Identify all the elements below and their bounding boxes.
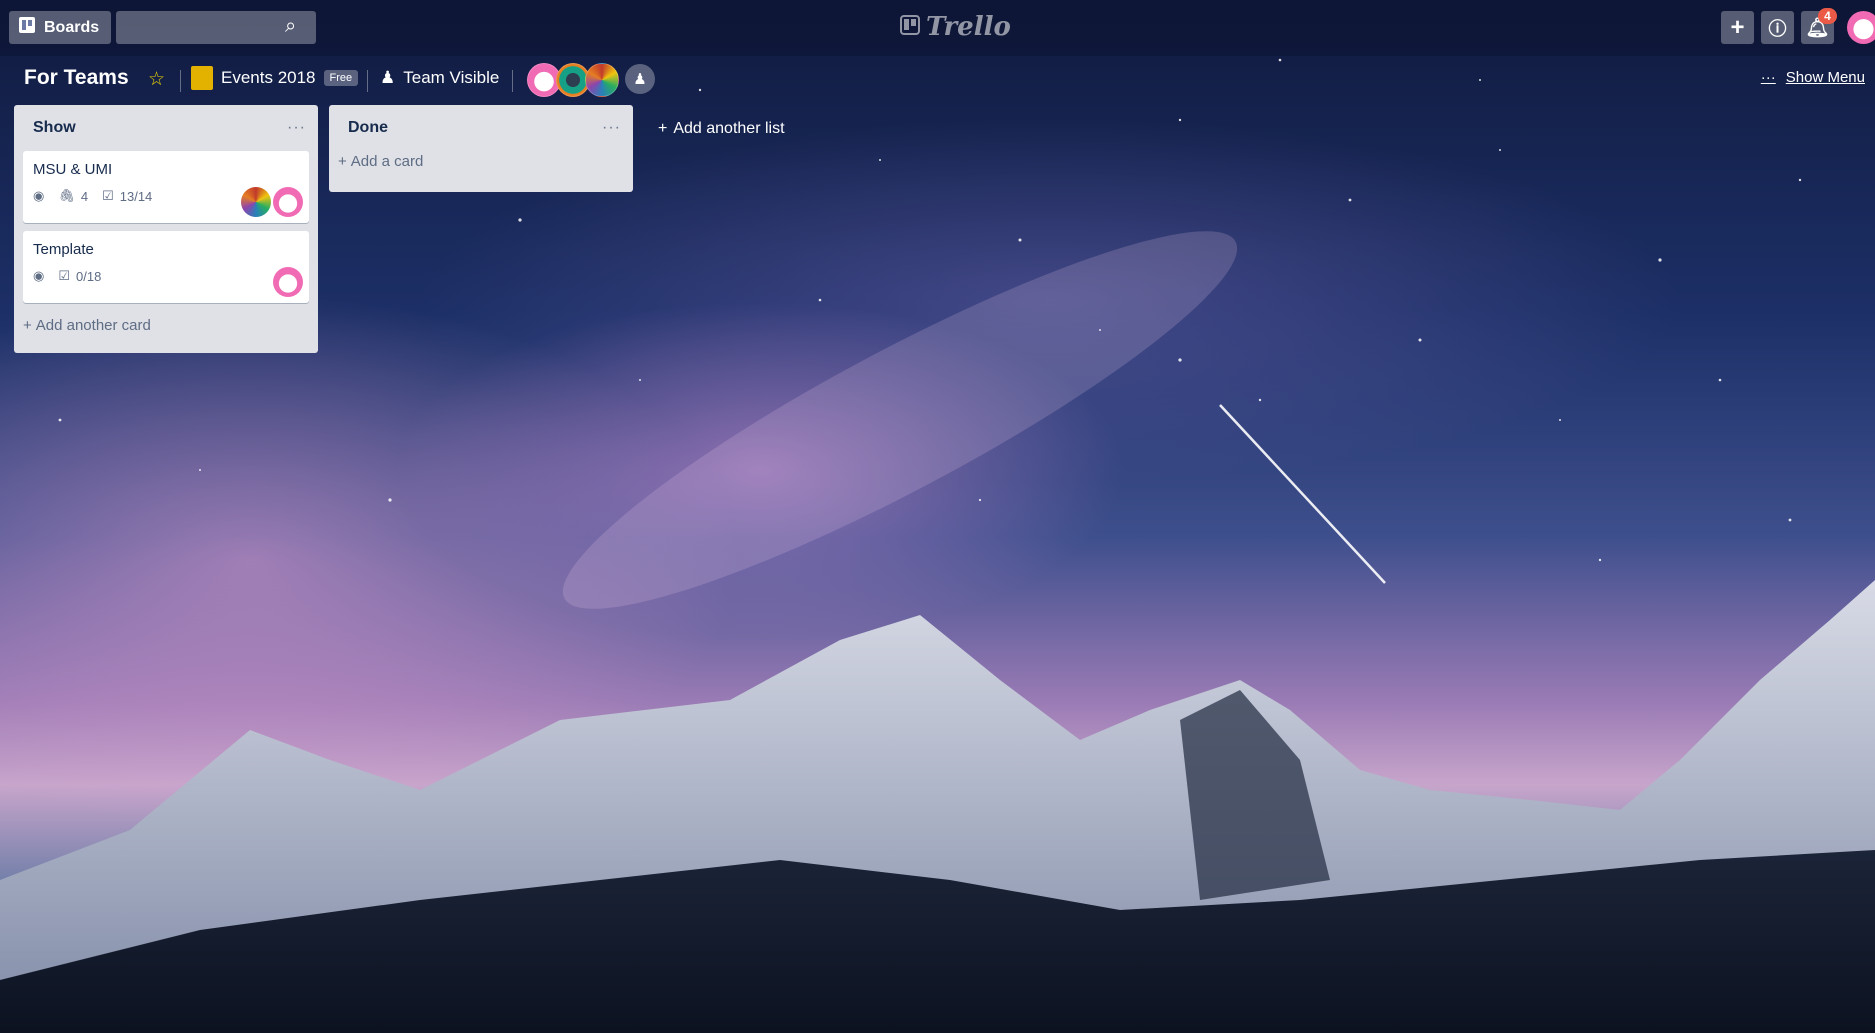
board-members <box>527 63 619 97</box>
checklist-count: 13/14 <box>119 188 153 204</box>
invite-icon: ♟ <box>633 71 647 88</box>
attachments-badge: 🖇︎ 4 <box>58 188 88 204</box>
board-title[interactable]: For Teams <box>24 66 129 90</box>
create-button[interactable]: + <box>1721 11 1754 44</box>
plus-icon: + <box>658 120 668 137</box>
logo-text: Trello <box>926 12 1011 42</box>
header-divider <box>512 70 513 92</box>
checklist-icon: ☑ <box>102 188 114 203</box>
visibility-button[interactable]: ♟ Team Visible <box>380 68 499 88</box>
paperclip-icon: 🖇︎ <box>58 188 75 203</box>
star-icon[interactable]: ☆ <box>148 68 165 91</box>
list-show[interactable]: Show ··· MSU & UMI ◉ 🖇︎ 4 ☑ 13/14 Templa… <box>14 105 318 353</box>
eye-icon: ◉ <box>33 268 45 283</box>
plus-icon: + <box>1730 13 1745 41</box>
checklist-count: 0/18 <box>76 268 102 284</box>
card-title: Template <box>33 241 94 258</box>
team-button[interactable]: Events 2018 Free <box>191 66 359 90</box>
ellipsis-icon[interactable]: ··· <box>602 119 621 137</box>
list-done[interactable]: Done ··· + Add a card <box>329 105 633 192</box>
show-menu-label: Show Menu <box>1785 69 1865 86</box>
watch-badge: ◉ <box>33 268 44 284</box>
add-card-button[interactable]: + Add another card <box>14 303 318 344</box>
card-badges: ◉ ☑ 0/18 <box>33 268 299 284</box>
card[interactable]: Template ◉ ☑ 0/18 <box>23 231 309 303</box>
add-card-button[interactable]: + Add a card <box>329 143 633 180</box>
list-title[interactable]: Done <box>348 119 388 137</box>
attachments-count: 4 <box>80 188 89 204</box>
member-avatar[interactable] <box>585 63 619 97</box>
plus-icon: + <box>338 153 347 170</box>
plus-icon: + <box>23 317 32 334</box>
team-icon <box>191 66 213 90</box>
add-card-label: Add a card <box>350 153 424 170</box>
member-avatar[interactable] <box>273 187 303 217</box>
visibility-icon: ♟ <box>380 68 396 87</box>
checklist-icon: ☑ <box>58 268 70 283</box>
eye-icon: ◉ <box>33 188 45 203</box>
add-list-label: Add another list <box>673 120 785 137</box>
plan-badge: Free <box>323 70 359 86</box>
card-title: MSU & UMI <box>33 161 113 178</box>
visibility-label: Team Visible <box>403 68 500 87</box>
ellipsis-icon: ··· <box>1760 69 1776 86</box>
team-name: Events 2018 <box>221 68 316 87</box>
boards-label: Boards <box>44 18 100 36</box>
trello-logo-icon <box>900 12 920 42</box>
list-header: Show ··· <box>14 105 318 143</box>
invite-button[interactable]: ♟ <box>625 64 655 94</box>
checklist-badge: ☑ 0/18 <box>58 268 101 284</box>
list-title[interactable]: Show <box>33 119 76 137</box>
card-members <box>273 267 303 297</box>
trello-logo[interactable]: Trello <box>900 12 1011 42</box>
list-header: Done ··· <box>329 105 633 143</box>
search-icon[interactable]: ⌕ <box>285 15 296 38</box>
ellipsis-icon[interactable]: ··· <box>287 119 306 137</box>
add-card-label: Add another card <box>35 317 151 334</box>
header-divider <box>180 70 181 92</box>
info-icon: ⓘ <box>1768 18 1787 39</box>
checklist-badge: ☑ 13/14 <box>102 188 152 204</box>
card[interactable]: MSU & UMI ◉ 🖇︎ 4 ☑ 13/14 <box>23 151 309 223</box>
add-list-button[interactable]: + Add another list <box>650 105 890 153</box>
member-avatar[interactable] <box>273 267 303 297</box>
notifications-button[interactable]: 🔔︎ 4 <box>1801 8 1837 44</box>
notification-count-badge: 4 <box>1818 8 1837 24</box>
info-button[interactable]: ⓘ <box>1761 11 1794 44</box>
boards-button[interactable]: Boards <box>9 11 111 44</box>
board-icon <box>18 16 36 39</box>
member-avatar[interactable] <box>241 187 271 217</box>
user-avatar[interactable] <box>1847 11 1875 44</box>
top-nav-bar: Boards ⌕ Trello + ⓘ 🔔︎ 4 <box>0 0 1875 56</box>
show-menu-button[interactable]: ··· Show Menu <box>1761 69 1865 86</box>
card-members <box>241 187 303 217</box>
header-divider <box>367 70 368 92</box>
watch-badge: ◉ <box>33 188 44 204</box>
